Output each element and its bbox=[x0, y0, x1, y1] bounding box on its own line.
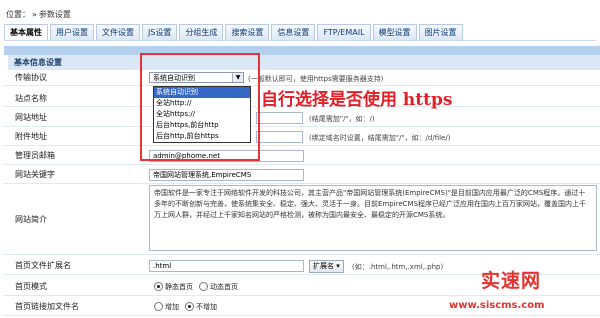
no-filename-radio[interactable] bbox=[185, 302, 194, 311]
breadcrumb-prefix: 位置： bbox=[6, 10, 30, 19]
protocol-note: (一般默认即可，使用https需要服务器支持) bbox=[248, 75, 384, 83]
breadcrumb-item[interactable]: 参数设置 bbox=[39, 10, 71, 19]
index-ext-note: (如：.html,.htm,.xml,.php) bbox=[352, 263, 444, 271]
breadcrumb-separator: » bbox=[32, 10, 37, 19]
index-ext-label: 首页文件扩展名 bbox=[15, 260, 71, 270]
tab-model[interactable]: 模型设置 bbox=[372, 24, 417, 40]
watermark-url: www.siscms.com bbox=[449, 300, 545, 311]
tab-file[interactable]: 文件设置 bbox=[96, 24, 140, 40]
add-filename-label: 增加 bbox=[165, 303, 179, 311]
attach-url-label: 附件地址 bbox=[15, 132, 47, 141]
highlight-box bbox=[140, 53, 260, 161]
index-ext-input[interactable]: .html bbox=[149, 260, 304, 272]
section-title: 基本信息设置 bbox=[8, 55, 600, 70]
tab-image[interactable]: 图片设置 bbox=[418, 24, 463, 40]
tab-user[interactable]: 用户设置 bbox=[50, 24, 94, 40]
annotation-text: 自行选择是否使用 https bbox=[261, 90, 453, 110]
no-filename-label: 不增加 bbox=[196, 303, 217, 311]
dynamic-index-radio[interactable] bbox=[199, 282, 208, 291]
extension-button-label: 扩展名 bbox=[313, 262, 334, 270]
tab-search[interactable]: 搜索设置 bbox=[225, 24, 270, 40]
add-filename-radio[interactable] bbox=[154, 302, 163, 311]
settings-tabs: 基本属性 用户设置 文件设置 JS设置 分组生成 搜索设置 信息设置 FTP/E… bbox=[4, 24, 596, 41]
site-url-label: 网站地址 bbox=[15, 113, 47, 122]
extension-dropdown-button[interactable]: 扩展名 ▾ bbox=[309, 260, 344, 273]
tab-group[interactable]: 分组生成 bbox=[179, 24, 224, 40]
static-index-label: 静态首页 bbox=[165, 283, 193, 291]
static-index-radio[interactable] bbox=[154, 282, 163, 291]
tab-info[interactable]: 信息设置 bbox=[271, 24, 316, 40]
intro-label: 网站简介 bbox=[15, 214, 47, 224]
protocol-label: 传输协议 bbox=[15, 73, 47, 82]
watermark-logo: 实速网 bbox=[481, 270, 542, 292]
tab-basic[interactable]: 基本属性 bbox=[4, 24, 48, 40]
admin-email-label: 管理员邮箱 bbox=[15, 151, 55, 160]
section-bar bbox=[4, 46, 600, 55]
intro-textarea[interactable]: 帝国软件是一家专注于网络软件开发的科技公司，其主营产品"帝国网站管理系统(Emp… bbox=[149, 185, 597, 251]
dynamic-index-label: 动态首页 bbox=[210, 283, 238, 291]
keywords-label: 网站关键字 bbox=[15, 170, 55, 179]
attach-url-input[interactable] bbox=[256, 131, 303, 143]
breadcrumb: 位置：» 参数设置 bbox=[6, 9, 71, 20]
index-link-label: 首页链接加文件名 bbox=[15, 301, 79, 311]
keywords-input[interactable]: 帝国网站管理系统,EmpireCMS bbox=[149, 169, 304, 181]
site-url-input[interactable] bbox=[256, 112, 303, 124]
tab-js[interactable]: JS设置 bbox=[142, 24, 178, 40]
index-mode-label: 首页模式 bbox=[15, 281, 47, 291]
site-url-note: (结尾需加"/"，如：/) bbox=[309, 115, 375, 123]
chevron-down-icon: ▾ bbox=[336, 262, 340, 270]
site-name-label: 站点名称 bbox=[15, 93, 47, 103]
tab-ftp-email[interactable]: FTP/EMAIL bbox=[317, 24, 371, 40]
attach-url-note: (绑定域名时设置，结尾需加"/"，如：/d/file/) bbox=[309, 134, 451, 142]
